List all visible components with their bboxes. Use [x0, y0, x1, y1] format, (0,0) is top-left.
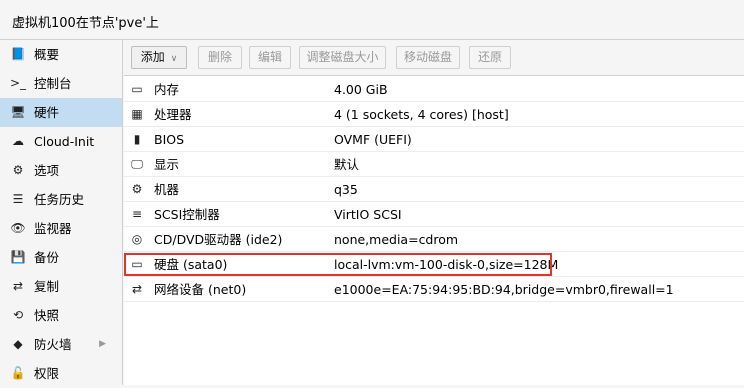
table-row[interactable]: 🖵 显示 默认: [124, 152, 744, 177]
move-disk-button-label: 移动磁盘: [403, 50, 452, 64]
hardware-value: 默认: [334, 157, 360, 172]
hardware-name: CD/DVD驱动器 (ide2): [154, 232, 283, 247]
sidebar-item-2[interactable]: 🖥 硬件: [0, 98, 122, 127]
hardware-name: 显示: [154, 157, 180, 172]
resize-disk-button[interactable]: 调整磁盘大小: [299, 46, 386, 69]
hardware-value: q35: [334, 182, 358, 197]
sidebar-item-1[interactable]: >_ 控制台: [0, 69, 122, 98]
hardware-name: SCSI控制器: [154, 207, 220, 222]
table-row[interactable]: ⇄ 网络设备 (net0) e1000e=EA:75:94:95:BD:94,bri…: [124, 277, 744, 302]
sidebar-item-label: 控制台: [34, 76, 72, 91]
sidebar-item-11[interactable]: 🔓 权限: [0, 359, 122, 388]
sidebar-item-label: 硬件: [34, 105, 60, 120]
edit-button-label: 编辑: [257, 50, 282, 64]
hdd-icon: ▭: [131, 257, 143, 271]
sidebar-item-label: 权限: [34, 366, 60, 381]
hardware-name: 硬盘 (sata0): [154, 257, 228, 272]
sidebar-item-label: 监视器: [34, 221, 72, 236]
eye-icon: 👁: [10, 221, 26, 235]
hardware-value: VirtIO SCSI: [334, 207, 402, 222]
hardware-grid: ▭ 内存 4.00 GiB ▦ 处理器 4 (1 sockets, 4 cores) [h…: [124, 77, 744, 302]
chip-icon: ▮: [133, 132, 141, 146]
display-icon: 🖵: [131, 157, 143, 171]
cdrom-icon: ◎: [131, 232, 143, 246]
hardware-name: 内存: [154, 82, 180, 97]
shield-icon: ◆: [13, 337, 23, 351]
main-panel: 添加 ∨ 删除 编辑 调整磁盘大小 移动磁盘 还原 ▭ 内存 4.00 GiB ▦ 处理器…: [124, 40, 744, 385]
sidebar-item-label: 任务历史: [34, 192, 85, 207]
exchange-icon: ⇄: [131, 282, 143, 296]
list-icon: ☰: [12, 192, 24, 206]
gear-icon: ⚙: [12, 163, 24, 177]
chevron-down-icon: ∨: [170, 54, 178, 64]
unlock-icon: 🔓: [10, 366, 26, 380]
table-row[interactable]: ◎ CD/DVD驱动器 (ide2) none,media=cdrom: [124, 227, 744, 252]
hardware-value: e1000e=EA:75:94:95:BD:94,bridge=vmbr0,fi…: [334, 282, 674, 297]
revert-button[interactable]: 还原: [469, 46, 511, 69]
toolbar: 添加 ∨ 删除 编辑 调整磁盘大小 移动磁盘 还原: [124, 40, 744, 76]
sidebar-item-7[interactable]: 💾 备份: [0, 243, 122, 272]
memory-icon: ▭: [131, 82, 143, 96]
resize-disk-button-label: 调整磁盘大小: [306, 50, 379, 64]
hardware-value: 4.00 GiB: [334, 82, 388, 97]
cloud-icon: ☁: [12, 134, 24, 148]
delete-button[interactable]: 删除: [198, 46, 242, 69]
sidebar-item-label: 备份: [34, 250, 60, 265]
sidebar-item-3[interactable]: ☁ Cloud-Init: [0, 127, 122, 156]
table-row[interactable]: ≡ SCSI控制器 VirtIO SCSI: [124, 202, 744, 227]
title-bar: 虚拟机100在节点'pve'上: [0, 0, 744, 40]
sidebar-item-label: Cloud-Init: [34, 134, 95, 149]
table-row[interactable]: ▦ 处理器 4 (1 sockets, 4 cores) [host]: [124, 102, 744, 127]
hardware-value: local-lvm:vm-100-disk-0,size=128M: [334, 257, 559, 272]
sidebar-item-label: 快照: [34, 308, 60, 323]
add-button-label: 添加: [140, 50, 165, 64]
monitor-icon: 🖥: [10, 105, 26, 119]
sidebar-item-9[interactable]: ⟲ 快照: [0, 301, 122, 330]
hardware-name: 处理器: [154, 107, 192, 122]
window-title: 虚拟机100在节点'pve'上: [12, 16, 159, 31]
sidebar-item-5[interactable]: ☰ 任务历史: [0, 185, 122, 214]
retweet-icon: ⇄: [12, 279, 24, 293]
sidebar-item-10[interactable]: ◆ 防火墙 ▶: [0, 330, 122, 359]
sidebar-item-0[interactable]: 📘 概要: [0, 40, 122, 69]
add-button[interactable]: 添加 ∨: [131, 46, 187, 69]
edit-button[interactable]: 编辑: [249, 46, 291, 69]
sidebar: 📘 概要 >_ 控制台 🖥 硬件 ☁ Cloud-Init ⚙ 选项 ☰ 任务历史 👁 监视器 💾 备份 ⇄ 复制…: [0, 40, 123, 385]
hardware-name: BIOS: [154, 132, 185, 147]
cpu-icon: ▦: [131, 107, 143, 121]
move-disk-button[interactable]: 移动磁盘: [396, 46, 460, 69]
database-icon: ≡: [131, 207, 143, 221]
hardware-value: OVMF (UEFI): [334, 132, 412, 147]
table-row[interactable]: ▭ 硬盘 (sata0) local-lvm:vm-100-disk-0,size=…: [124, 252, 744, 277]
cogs-icon: ⚙: [131, 182, 143, 196]
terminal-icon: >_: [9, 76, 27, 90]
table-row[interactable]: ⚙ 机器 q35: [124, 177, 744, 202]
hardware-name: 网络设备 (net0): [154, 282, 247, 297]
hardware-name: 机器: [154, 182, 180, 197]
hardware-value: 4 (1 sockets, 4 cores) [host]: [334, 107, 509, 122]
sidebar-item-6[interactable]: 👁 监视器: [0, 214, 122, 243]
history-icon: ⟲: [12, 308, 24, 322]
expand-arrow-icon[interactable]: ▶: [99, 330, 106, 359]
delete-button-label: 删除: [207, 50, 232, 64]
sidebar-item-8[interactable]: ⇄ 复制: [0, 272, 122, 301]
book-icon: 📘: [10, 47, 26, 61]
revert-button-label: 还原: [477, 50, 502, 64]
table-row[interactable]: ▮ BIOS OVMF (UEFI): [124, 127, 744, 152]
sidebar-item-label: 复制: [34, 279, 60, 294]
sidebar-item-label: 概要: [34, 47, 60, 62]
sidebar-item-4[interactable]: ⚙ 选项: [0, 156, 122, 185]
hardware-value: none,media=cdrom: [334, 232, 459, 247]
sidebar-item-label: 选项: [34, 163, 60, 178]
sidebar-item-label: 防火墙: [34, 337, 72, 352]
table-row[interactable]: ▭ 内存 4.00 GiB: [124, 77, 744, 102]
floppy-icon: 💾: [10, 250, 26, 264]
